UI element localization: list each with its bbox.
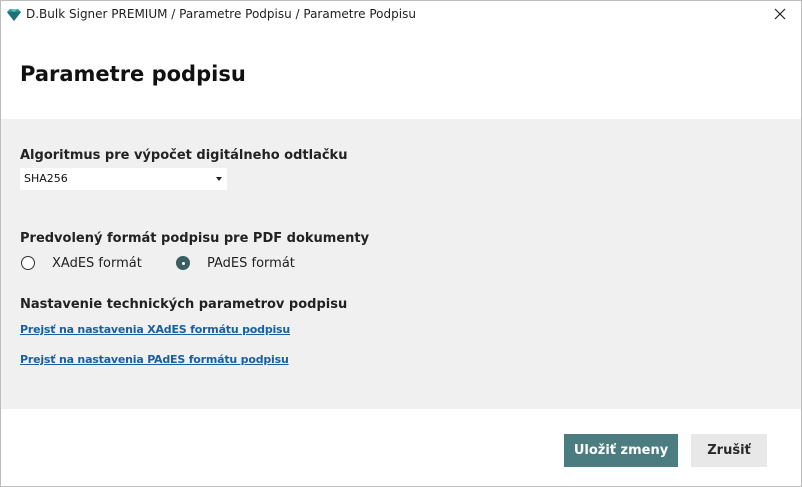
pades-settings-link[interactable]: Prejsť na nastavenia PAdES formátu podpi…: [20, 353, 289, 366]
radio-button-unchecked[interactable]: [21, 256, 35, 270]
radio-xades[interactable]: XAdES formát: [21, 253, 142, 273]
save-button[interactable]: Uložiť zmeny: [564, 434, 678, 467]
dialog-header: Parametre podpisu: [1, 29, 801, 119]
title-bar: D.Bulk Signer PREMIUM / Parametre Podpis…: [1, 1, 801, 28]
digest-algorithm-select[interactable]: SHA256: [20, 168, 227, 190]
radio-pades-label: PAdES formát: [207, 255, 295, 271]
cancel-button[interactable]: Zrušiť: [691, 434, 767, 467]
radio-pades[interactable]: PAdES formát: [176, 253, 295, 273]
digest-algorithm-value: SHA256: [24, 172, 68, 185]
page-title: Parametre podpisu: [20, 62, 246, 86]
close-icon: [774, 5, 786, 24]
pdf-format-label: Predvolený formát podpisu pre PDF dokume…: [20, 231, 370, 246]
window-title: D.Bulk Signer PREMIUM / Parametre Podpis…: [26, 7, 416, 21]
dialog-window: D.Bulk Signer PREMIUM / Parametre Podpis…: [0, 0, 802, 487]
radio-button-checked[interactable]: [176, 256, 190, 270]
dialog-content: Algoritmus pre výpočet digitálneho odtla…: [1, 119, 801, 409]
digest-algorithm-label: Algoritmus pre výpočet digitálneho odtla…: [20, 148, 348, 163]
close-button[interactable]: [759, 1, 801, 28]
dialog-footer: Uložiť zmeny Zrušiť: [1, 409, 801, 486]
technical-params-label: Nastavenie technických parametrov podpis…: [20, 297, 348, 312]
chevron-down-icon: [216, 177, 222, 181]
xades-settings-link[interactable]: Prejsť na nastavenia XAdES formátu podpi…: [20, 323, 290, 336]
radio-xades-label: XAdES formát: [52, 255, 142, 271]
diamond-app-icon: [5, 6, 23, 24]
